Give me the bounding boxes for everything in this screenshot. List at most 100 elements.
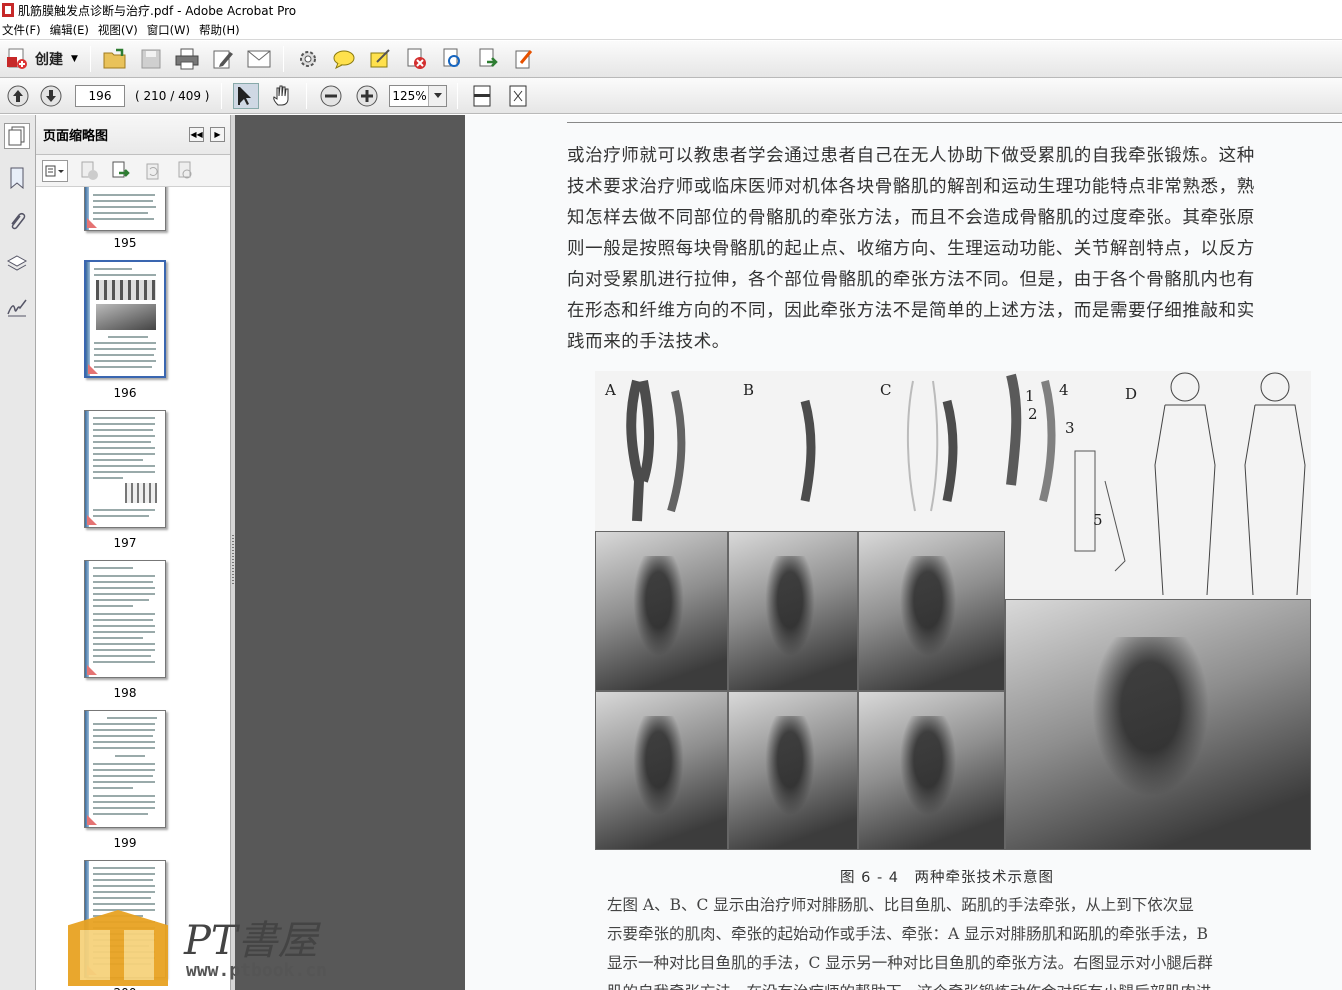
thumbnail-page[interactable]	[84, 260, 166, 378]
email-icon	[247, 50, 271, 68]
arrow-down-icon	[40, 85, 62, 106]
zoom-select[interactable]: 125%	[389, 84, 448, 107]
bookmarks-button[interactable]	[4, 165, 30, 191]
thumbnail-page[interactable]	[84, 560, 166, 678]
pages-icon	[8, 126, 25, 146]
replace-pages-button[interactable]	[174, 160, 196, 182]
bookmark-icon	[10, 167, 24, 189]
menu-window[interactable]: 窗口(W)	[145, 22, 197, 38]
form-button[interactable]	[511, 46, 537, 72]
fit-page-button[interactable]	[505, 83, 531, 109]
save-icon	[141, 49, 161, 69]
zoom-in-button[interactable]	[354, 83, 380, 109]
zoom-value: 125%	[392, 88, 427, 103]
comment-button[interactable]	[331, 46, 357, 72]
cursor-icon	[238, 86, 252, 105]
photo-b-bottom	[728, 691, 858, 850]
stamp-button[interactable]	[367, 46, 393, 72]
page-count: ( 210 / 409 )	[135, 88, 210, 103]
header-rule	[567, 122, 1342, 123]
main-toolbar: 创建 ▼	[0, 41, 1342, 78]
export-icon	[479, 48, 498, 67]
fit-width-icon	[473, 85, 491, 106]
delete-pages-button[interactable]	[78, 160, 100, 182]
thumbnail-list: 195 196 197 198 199	[36, 187, 230, 990]
delete-page-icon	[407, 48, 426, 69]
text-line: 在形态和纤维方向的不同，因此牵张方法不是简单的上述方法，而是需要仔细推敲和实	[567, 301, 1255, 321]
photo-a-top	[595, 531, 728, 691]
stamp-icon	[370, 49, 390, 68]
open-button[interactable]	[102, 46, 128, 72]
photo-self-stretch	[1005, 599, 1311, 850]
page-number-input[interactable]: 196	[75, 84, 125, 107]
email-button[interactable]	[246, 46, 272, 72]
signature-icon	[7, 299, 27, 317]
thumbnail-label: 195	[113, 236, 137, 250]
collapse-panel-button[interactable]: ◀◀	[189, 127, 204, 142]
text-line: 肌的自我牵张方法，在没有治疗师的帮助下，这个牵张锻炼动作会对所有小腿后部肌肉进	[607, 978, 1342, 990]
options-menu-button[interactable]	[42, 159, 68, 182]
print-button[interactable]	[174, 46, 200, 72]
review-button[interactable]	[439, 46, 465, 72]
thumbnail-page[interactable]	[84, 410, 166, 528]
next-panel-button[interactable]: ▶	[210, 127, 225, 142]
hand-tool-button[interactable]	[269, 83, 295, 109]
open-folder-icon	[103, 48, 126, 69]
layers-button[interactable]	[4, 251, 30, 277]
thumbnail-label: 197	[113, 536, 137, 550]
fit-page-icon	[509, 85, 527, 106]
figure-label-a: A	[605, 381, 616, 399]
menu-edit[interactable]: 编辑(E)	[48, 22, 96, 38]
text-line: 或治疗师就可以教患者学会通过患者自己在无人协助下做受累肌的自我牵张锻炼。这种	[567, 146, 1255, 166]
navigation-pane-bar	[0, 115, 36, 990]
hand-icon	[273, 85, 289, 105]
menu-bar: 文件(F) 编辑(E) 视图(V) 窗口(W) 帮助(H)	[0, 20, 1342, 40]
scroll-mode-button[interactable]	[469, 83, 495, 109]
save-button[interactable]	[138, 46, 164, 72]
thumbnail-page[interactable]	[84, 710, 166, 828]
delete-page-icon	[81, 161, 98, 180]
text-line: 示要牵张的肌肉、牵张的起始动作或手法、牵张：A 显示对腓肠肌和跖肌的牵张手法，B	[607, 925, 1209, 943]
separator	[221, 82, 223, 109]
delete-page-button[interactable]	[403, 46, 429, 72]
rotate-pages-button[interactable]	[142, 160, 164, 182]
photo-c-bottom	[858, 691, 1005, 850]
attachments-button[interactable]	[4, 209, 30, 235]
menu-view[interactable]: 视图(V)	[96, 22, 145, 38]
title-bar: 肌筋膜触发点诊断与治疗.pdf - Adobe Acrobat Pro	[0, 0, 1342, 20]
separator	[457, 82, 459, 109]
edit-button[interactable]	[210, 46, 236, 72]
ptbook-watermark: PT書屋 www.ptbook.cn	[66, 890, 376, 990]
create-button[interactable]: 创建 ▼	[5, 45, 84, 73]
figure-label-2: 2	[1028, 405, 1038, 423]
menu-help[interactable]: 帮助(H)	[197, 22, 247, 38]
menu-file[interactable]: 文件(F)	[0, 22, 48, 38]
previous-page-button[interactable]	[5, 83, 31, 109]
zoom-out-button[interactable]	[318, 83, 344, 109]
settings-button[interactable]	[295, 46, 321, 72]
thumbnail-toolbar	[36, 155, 230, 187]
separator	[89, 46, 91, 72]
text-line: 技术要求治疗师或临床医师对机体各块骨骼肌的解剖和运动生理功能特点非常熟悉，熟	[567, 177, 1255, 197]
text-line: 知怎样去做不同部位的骨骼肌的牵张方法，而且不会造成骨骼肌的过度牵张。其牵张原	[567, 208, 1255, 228]
page-thumbnails-button[interactable]	[4, 123, 30, 149]
signatures-button[interactable]	[4, 295, 30, 321]
anatomy-diagram-d	[1005, 371, 1311, 599]
next-page-button[interactable]	[38, 83, 64, 109]
panel-header: 页面缩略图 ◀◀ ▶	[36, 115, 230, 155]
photo-b-top	[728, 531, 858, 691]
thumbnail-label: 196	[113, 386, 137, 400]
photo-a-bottom	[595, 691, 728, 850]
chevron-down-icon[interactable]	[428, 85, 447, 106]
page-thumbnails-panel: 页面缩略图 ◀◀ ▶ 195 196 197 198 199	[36, 115, 261, 990]
export-button[interactable]	[475, 46, 501, 72]
pdf-page: 或治疗师就可以教患者学会通过患者自己在无人协助下做受累肌的自我牵张锻炼。这种 技…	[465, 115, 1342, 990]
insert-pages-button[interactable]	[110, 160, 132, 182]
select-tool-button[interactable]	[233, 82, 260, 109]
thumbnail-label: 199	[113, 836, 137, 850]
text-line: 左图 A、B、C 显示由治疗师对腓肠肌、比目鱼肌、跖肌的手法牵张，从上到下依次显	[607, 896, 1194, 914]
photo-c-top	[858, 531, 1005, 691]
figure-label-5: 5	[1093, 511, 1103, 529]
options-icon	[45, 165, 64, 176]
thumbnail-page[interactable]	[84, 187, 166, 231]
